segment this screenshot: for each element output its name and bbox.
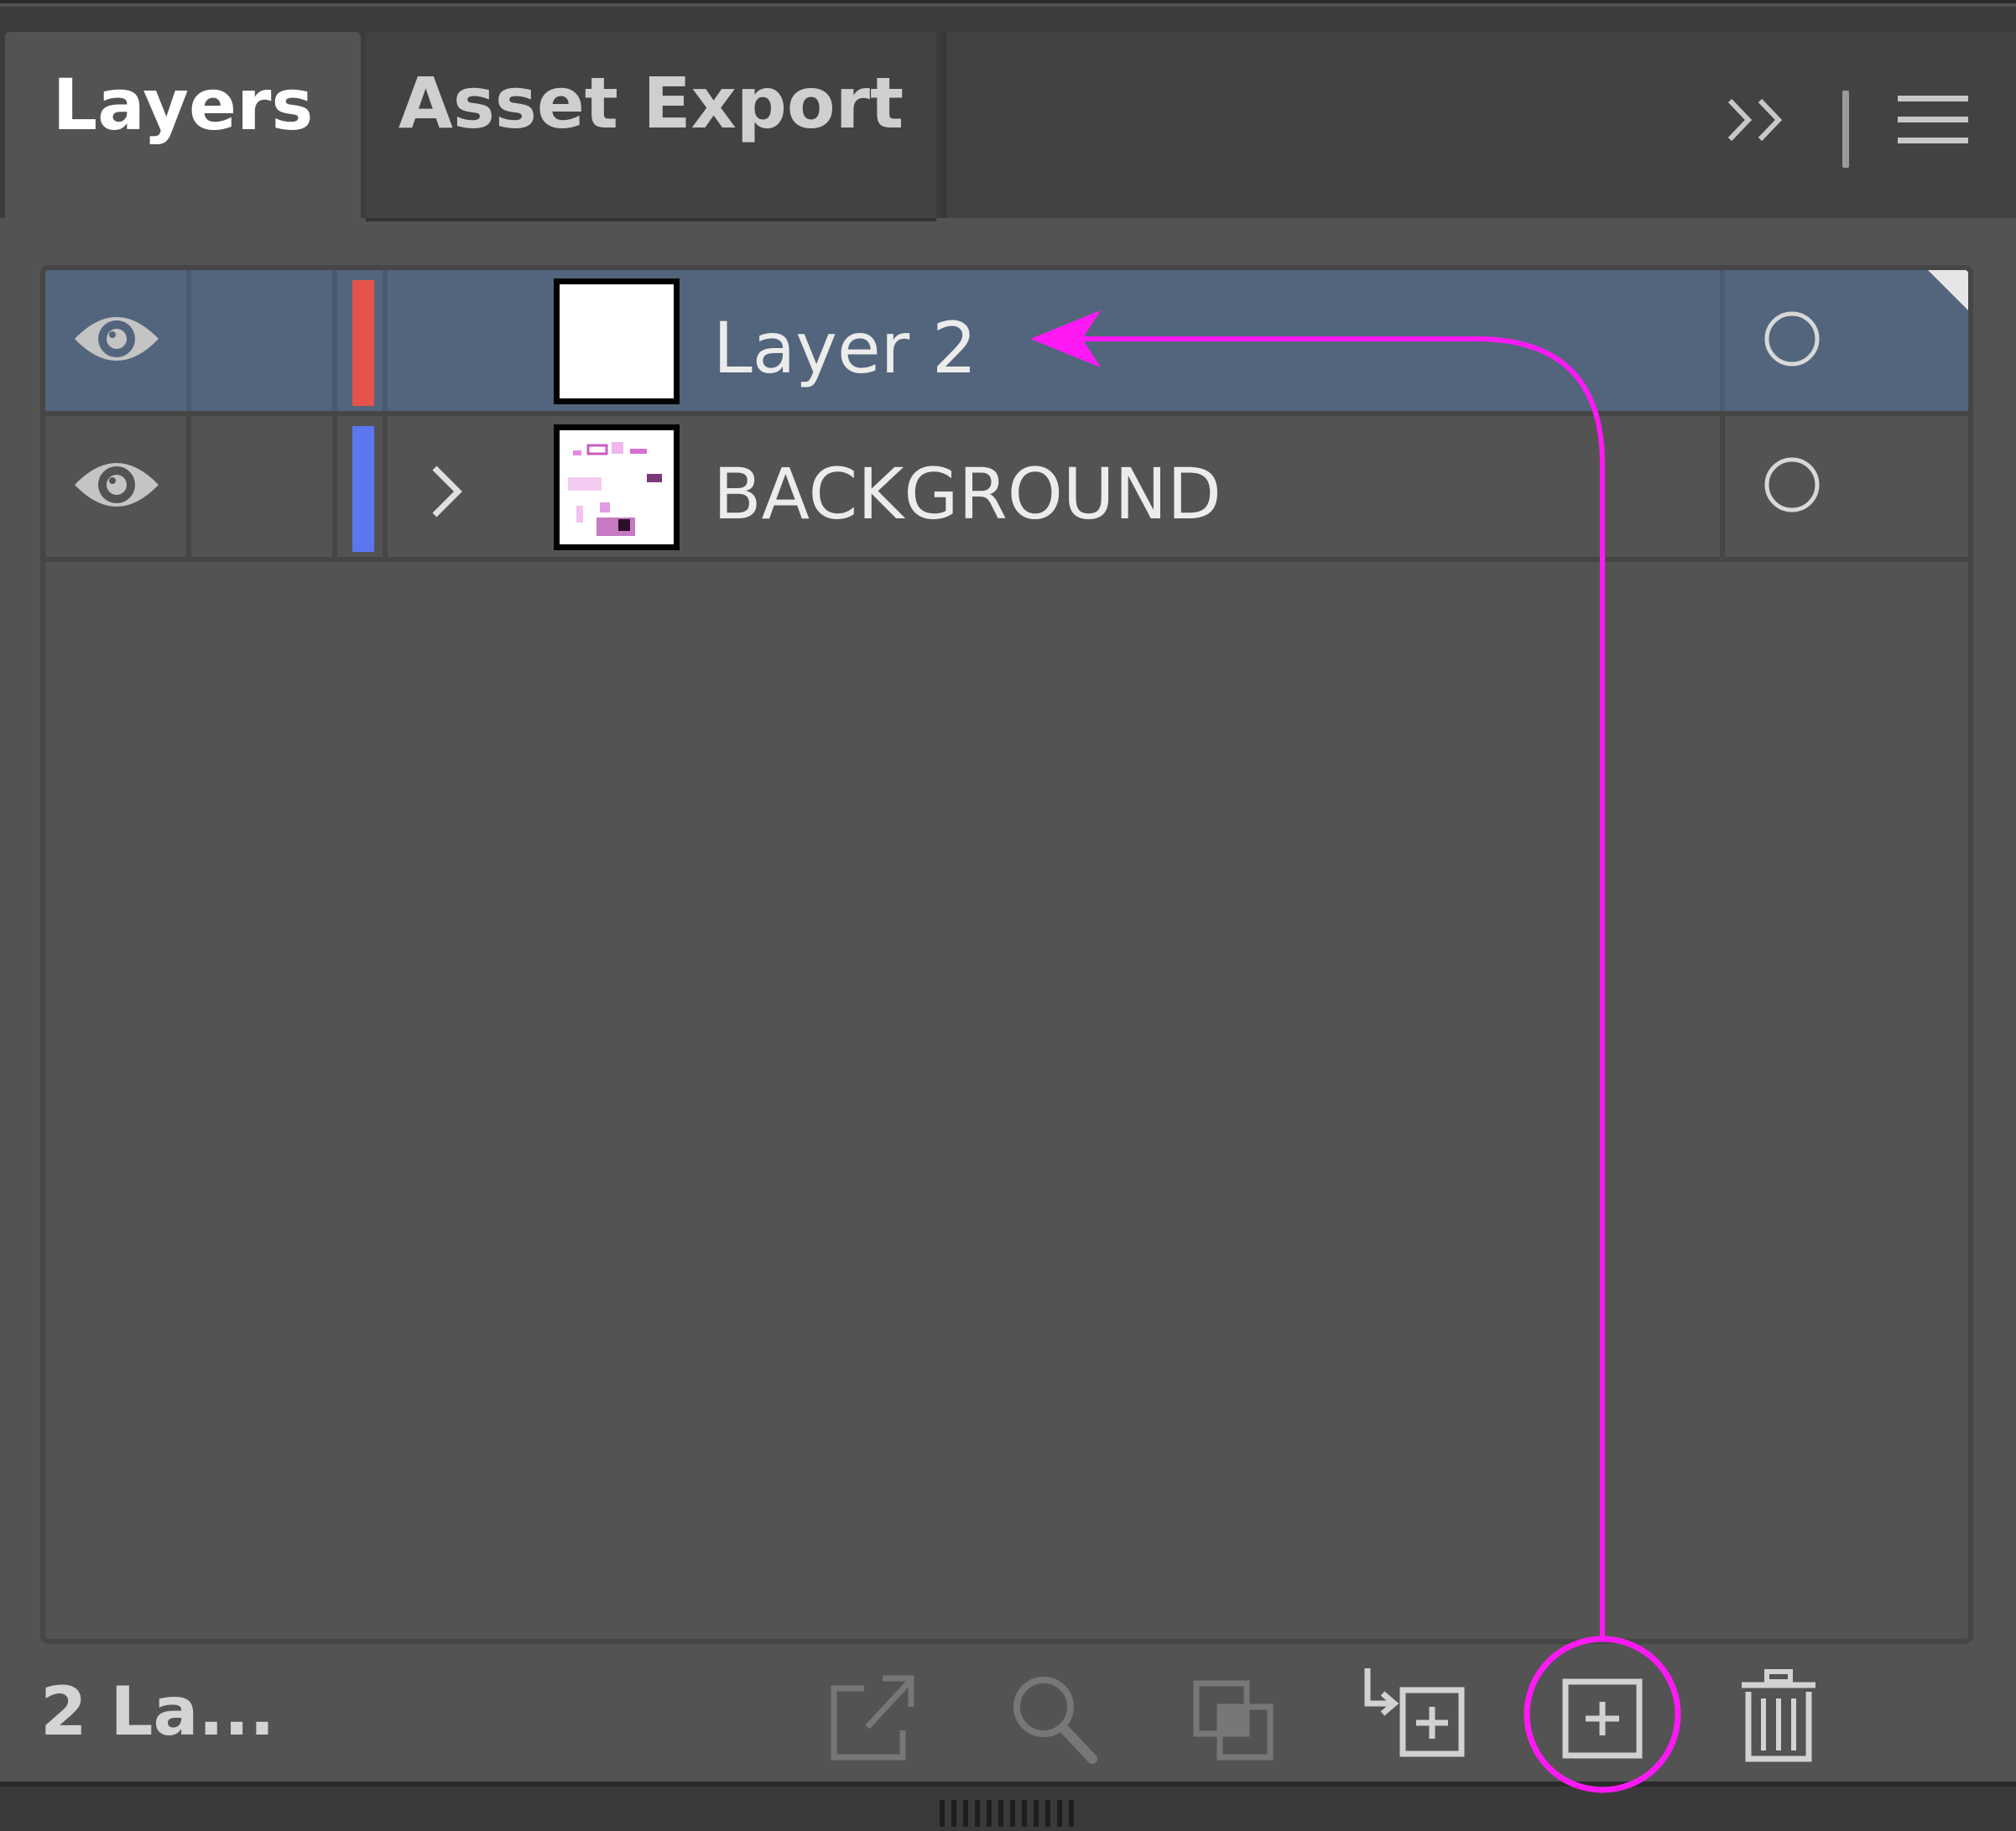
target-circle-icon[interactable] [1757, 304, 1827, 374]
export-icon[interactable] [822, 1660, 923, 1769]
layer-color-swatch [352, 280, 374, 406]
layer-count-label: 2 La... [40, 1672, 275, 1750]
layer-thumbnail [554, 278, 680, 404]
column-divider [186, 270, 191, 411]
current-layer-indicator [1928, 270, 1968, 310]
layer-row-background[interactable]: BACKGROUND [45, 416, 1968, 562]
eye-icon[interactable] [70, 305, 163, 372]
tab-layers-label: Layers [52, 64, 314, 146]
collapse-panel-icon[interactable] [1720, 82, 1795, 158]
locate-object-icon[interactable] [1003, 1660, 1104, 1769]
layer-name[interactable]: BACKGROUND [713, 453, 1222, 535]
trash-icon[interactable] [1737, 1660, 1821, 1769]
panel-resize-grip[interactable] [0, 1782, 2016, 1831]
tab-separator [1842, 91, 1849, 168]
column-divider [383, 416, 388, 557]
column-divider [1720, 270, 1725, 411]
layer-name[interactable]: Layer 2 [713, 307, 977, 389]
layer-list: Layer 2 BACKGROUND [40, 265, 1973, 1644]
target-circle-icon[interactable] [1757, 450, 1827, 520]
layer-thumbnail [554, 424, 680, 550]
column-divider [383, 270, 388, 411]
create-sublayer-icon[interactable] [1356, 1660, 1468, 1769]
tab-asset-export[interactable]: Asset Export [366, 32, 936, 221]
column-divider [332, 416, 337, 557]
panel-menu-icon[interactable] [1894, 82, 1972, 158]
layer-color-swatch [352, 426, 374, 552]
eye-icon[interactable] [70, 451, 163, 518]
tab-bar-fill [941, 32, 2016, 218]
clipping-mask-icon[interactable] [1186, 1660, 1279, 1769]
layers-panel: Layers Asset Export Layer 2 BACKGROUND 2… [0, 0, 2016, 1831]
tab-bar: Layers Asset Export [0, 7, 2016, 221]
grip-icon [940, 1800, 1074, 1827]
column-divider [1720, 416, 1725, 557]
layer-row-layer-2[interactable]: Layer 2 [45, 270, 1968, 416]
thumbnail-artwork [568, 442, 662, 536]
chevron-right-icon[interactable] [421, 458, 471, 525]
tab-asset-export-label: Asset Export [398, 62, 904, 144]
column-divider [332, 270, 337, 411]
column-divider [186, 416, 191, 557]
create-new-layer-icon[interactable] [1560, 1660, 1644, 1769]
tab-layers[interactable]: Layers [5, 32, 361, 221]
